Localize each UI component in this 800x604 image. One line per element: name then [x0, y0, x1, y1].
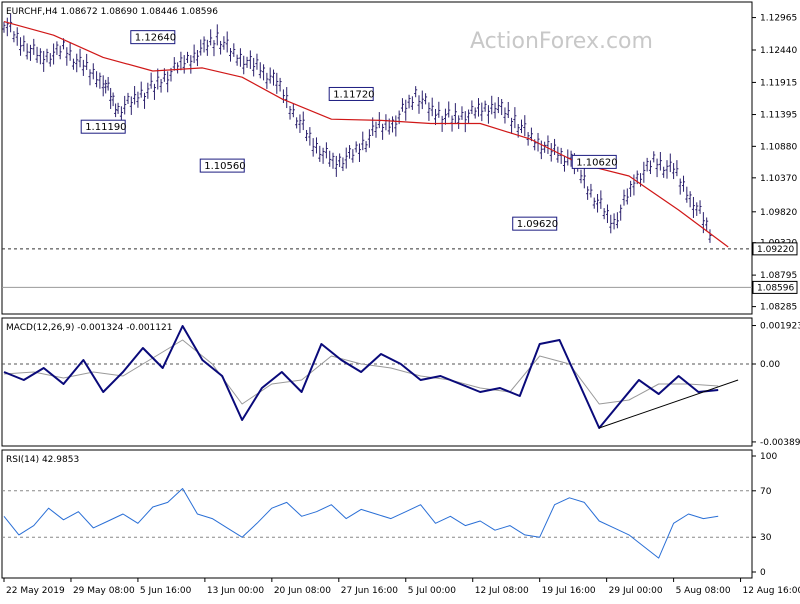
macd-y-tick-label: -0.003896	[760, 438, 800, 448]
macd-y-tick-label: 0.00	[760, 360, 780, 370]
watermark: ActionForex.com	[470, 29, 653, 54]
rsi-y-tick-label: 100	[760, 452, 777, 462]
rsi-y-tick-label: 70	[760, 487, 772, 497]
macd-y-tick-label: 0.001923	[760, 322, 800, 332]
rsi-y-tick-label: 0	[760, 568, 766, 578]
x-tick-label: 27 Jun 16:00	[341, 586, 398, 596]
x-tick-label: 22 May 2019	[6, 586, 65, 596]
x-tick-label: 12 Aug 16:00	[743, 586, 800, 596]
price-y-tick-label: 1.08795	[760, 271, 797, 281]
price-panel-title: EURCHF,H4 1.08672 1.08690 1.08446 1.0859…	[6, 7, 218, 17]
reference-price-label: 1.09220	[757, 245, 794, 255]
price-callout-label: 1.12640	[135, 33, 176, 44]
rsi-panel-title: RSI(14) 42.9853	[6, 455, 79, 465]
price-callout-label: 1.09620	[517, 219, 558, 230]
reference-price-label: 1.08596	[757, 283, 794, 293]
price-y-tick-label: 1.11915	[760, 78, 797, 88]
price-y-tick-label: 1.12965	[760, 14, 797, 24]
chart-area: ActionForex.com EURCHF,H4 1.08672 1.0869…	[0, 0, 800, 600]
price-callout-label: 1.11190	[85, 122, 126, 133]
x-tick-label: 29 Jul 00:00	[609, 586, 663, 596]
x-tick-label: 29 May 08:00	[73, 586, 135, 596]
price-y-tick-label: 1.09820	[760, 208, 797, 218]
price-callout-label: 1.11720	[333, 89, 374, 100]
price-callout-label: 1.10620	[576, 157, 617, 168]
chart-svg: ActionForex.com EURCHF,H4 1.08672 1.0869…	[0, 0, 800, 600]
price-y-tick-label: 1.08285	[760, 303, 797, 313]
macd-panel-title: MACD(12,26,9) -0.001324 -0.001121	[6, 323, 172, 333]
price-y-tick-label: 1.11395	[760, 111, 797, 121]
x-tick-label: 5 Jul 00:00	[408, 586, 457, 596]
rsi-y-tick-label: 30	[760, 533, 772, 543]
price-y-tick-label: 1.10370	[760, 174, 797, 184]
x-tick-label: 5 Aug 08:00	[676, 586, 731, 596]
x-tick-label: 5 Jun 16:00	[140, 586, 192, 596]
x-tick-label: 20 Jun 08:00	[274, 586, 331, 596]
x-tick-label: 13 Jun 00:00	[207, 586, 264, 596]
price-y-tick-label: 1.12440	[760, 46, 797, 56]
price-y-tick-label: 1.10880	[760, 142, 797, 152]
x-tick-label: 19 Jul 16:00	[542, 586, 596, 596]
price-callout-label: 1.10560	[204, 161, 245, 172]
x-tick-label: 12 Jul 08:00	[475, 586, 529, 596]
